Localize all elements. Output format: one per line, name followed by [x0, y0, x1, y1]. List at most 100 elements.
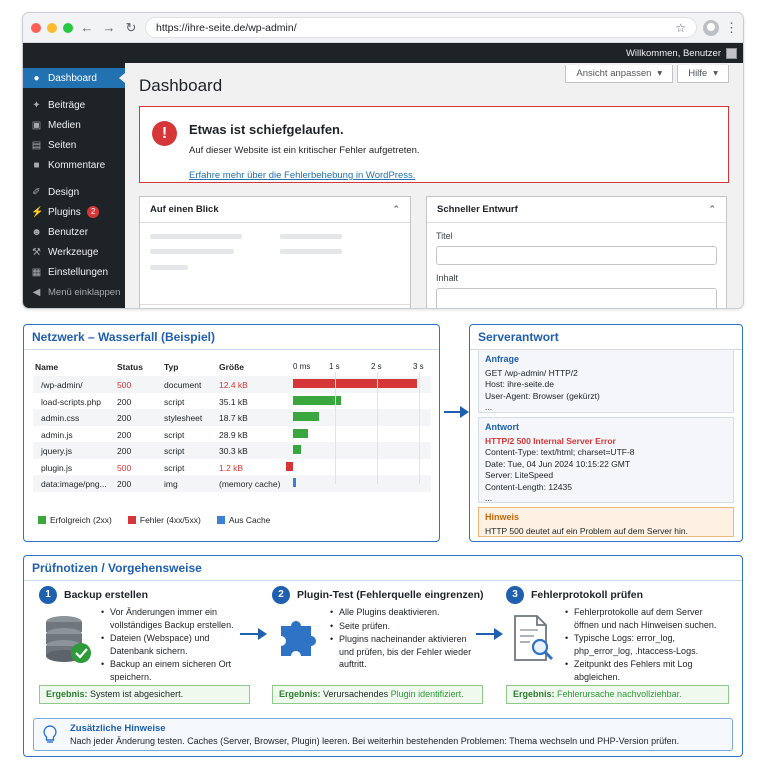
result-text: Verursachendes: [323, 689, 389, 699]
widget-header[interactable]: Schneller Entwurf ⌃: [427, 197, 726, 223]
widget-title: Auf einen Blick: [150, 204, 219, 215]
user-avatar[interactable]: [726, 47, 737, 59]
caret-down-icon: ▾: [657, 68, 663, 79]
brush-icon: ✐: [32, 186, 41, 198]
database-backup-icon: [46, 616, 91, 663]
minimize-window-button[interactable]: [47, 22, 57, 33]
widget-title: Schneller Entwurf: [437, 204, 518, 215]
network-request-row[interactable]: admin.css 200 stylesheet 18.7 kB: [33, 409, 431, 426]
request-line: GET /wp-admin/ HTTP/2: [485, 367, 578, 378]
profile-avatar-icon[interactable]: [703, 19, 719, 36]
log-search-icon: [514, 615, 554, 661]
network-request-row[interactable]: /wp-admin/500 document 12.4 kB: [33, 376, 431, 393]
step-bullet: Seite prüfen.: [330, 620, 480, 633]
response-card: Antwort HTTP/2 500 Internal Server Error…: [478, 417, 734, 503]
server-response-panel: Serverantwort Anfrage GET /wp-admin/ HTT…: [469, 324, 743, 542]
sidebar-item-posts[interactable]: ✦ Beiträge: [23, 95, 125, 115]
sidebar-item-settings[interactable]: ▦ Einstellungen: [23, 262, 125, 282]
close-window-button[interactable]: [31, 22, 41, 33]
request-name: admin.css: [41, 413, 80, 423]
sidebar-item-dashboard[interactable]: ● Dashboard: [23, 68, 125, 88]
network-table-header: Name Status Typ Größe 0 ms 1 s 2 s 3 s: [33, 359, 431, 376]
kebab-menu-icon[interactable]: ⋮: [725, 20, 738, 36]
sidebar-item-pages[interactable]: ▤ Seiten: [23, 135, 125, 155]
help-button[interactable]: Hilfe ▾: [677, 65, 729, 83]
step-bullets: Vor Änderungen immer ein vollständiges B…: [101, 606, 251, 684]
sidebar-item-media[interactable]: ▣ Medien: [23, 115, 125, 135]
admin-bar-greeting[interactable]: Willkommen, Benutzer: [626, 48, 721, 59]
column-header-size: Größe: [219, 362, 245, 372]
request-line: Host: ihre-seite.de: [485, 379, 554, 389]
network-waterfall-panel: Netzwerk – Wasserfall (Beispiel) Name St…: [23, 324, 440, 542]
error-title: Etwas ist schiefgelaufen.: [189, 122, 344, 137]
response-header-line: Content-Length: 12435: [485, 481, 572, 492]
screen-options-button[interactable]: Ansicht anpassen ▾: [565, 65, 674, 83]
waterfall-bar: [293, 478, 296, 487]
comment-icon: ■: [33, 159, 40, 171]
draft-title-label: Titel: [436, 231, 453, 241]
sidebar-item-label: Beiträge: [48, 99, 86, 111]
sidebar-item-tools[interactable]: ⚒ Werkzeuge: [23, 242, 125, 262]
maximize-window-button[interactable]: [63, 22, 73, 33]
collapse-arrow-icon: ◀: [32, 286, 41, 298]
timeline-tick-label: 2 s: [371, 362, 382, 371]
network-request-row[interactable]: jquery.js 200 script 30.3 kB: [33, 442, 431, 459]
request-size: (memory cache): [219, 479, 281, 489]
column-header-name: Name: [35, 362, 59, 372]
legend-label: Fehler (4xx/5xx): [139, 515, 201, 525]
screen-options-label: Ansicht anpassen: [576, 68, 652, 79]
caret-down-icon: ▾: [713, 68, 718, 79]
response-header-line: Content-Type: text/html; charset=UTF-8: [485, 447, 635, 457]
network-request-row[interactable]: admin.js 200 script 28.9 kB: [33, 425, 431, 442]
step-result: Ergebnis: Fehlerursache nachvollziehbar.: [506, 685, 729, 704]
sidebar-item-label: Kommentare: [48, 159, 106, 171]
widget-header[interactable]: Auf einen Blick ⌃: [140, 197, 410, 223]
reload-icon[interactable]: ↻: [123, 20, 139, 36]
timeline-tick-label: 0 ms: [293, 362, 311, 371]
request-status: 200: [117, 413, 132, 423]
puzzle-plugin-icon: [281, 621, 316, 656]
sidebar-item-design[interactable]: ✐ Design: [23, 182, 125, 202]
request-line: User-Agent: Browser (gekürzt): [485, 390, 600, 401]
sidebar-item-users[interactable]: ☻ Benutzer: [23, 222, 125, 242]
request-status: 200: [117, 396, 132, 407]
at-a-glance-widget: Auf einen Blick ⌃: [139, 196, 411, 308]
address-bar[interactable]: https://ihre-seite.de/wp-admin/ ☆: [145, 17, 697, 38]
collapse-menu-button[interactable]: ◀ Menü einklappen: [23, 282, 125, 302]
chevron-up-icon[interactable]: ⌃: [392, 204, 400, 215]
bookmark-star-icon[interactable]: ☆: [675, 21, 686, 35]
draft-content-textarea[interactable]: [436, 288, 717, 308]
waterfall-bar: [293, 412, 320, 421]
network-request-row[interactable]: load-scripts.php 200 script 35.1 kB: [33, 392, 431, 409]
back-arrow-icon[interactable]: ←: [79, 20, 95, 36]
chevron-up-icon[interactable]: ⌃: [708, 204, 716, 215]
step-arrow-icon: [240, 628, 267, 640]
forward-arrow-icon[interactable]: →: [101, 20, 117, 36]
step-arrow-icon: [476, 628, 503, 640]
media-icon: ▣: [31, 119, 42, 131]
step-bullet: Vor Änderungen immer ein vollständiges B…: [101, 606, 251, 631]
request-name: plugin.js: [41, 462, 73, 473]
loading-placeholder: [280, 249, 342, 254]
request-status: 200: [117, 479, 132, 489]
request-size: 28.9 kB: [219, 429, 248, 440]
loading-placeholder: [150, 249, 234, 254]
result-highlight: Plugin identifiziert.: [390, 689, 464, 699]
dashboard-widgets: Auf einen Blick ⌃ Schneller Entwurf ⌃ Ti…: [139, 196, 729, 308]
step-number-badge: 1: [39, 586, 57, 604]
network-request-row[interactable]: data:image/png... 200 img (memory cache): [33, 475, 431, 492]
loading-placeholder: [150, 234, 242, 239]
result-label: Ergebnis:: [279, 689, 321, 699]
server-panel-title: Serverantwort: [470, 325, 742, 350]
network-request-row[interactable]: plugin.js 500 script 1.2 kB: [33, 458, 431, 475]
legend-swatch: [216, 516, 225, 524]
timeline-tick-label: 1 s: [329, 362, 340, 371]
sidebar-item-comments[interactable]: ■ Kommentare: [23, 155, 125, 175]
sidebar-item-label: Einstellungen: [48, 266, 109, 278]
browser-window: ← → ↻ https://ihre-seite.de/wp-admin/ ☆ …: [22, 12, 744, 309]
draft-content-label: Inhalt: [436, 273, 459, 283]
sidebar-item-plugins[interactable]: ⚡ Plugins 2: [23, 202, 125, 222]
column-header-type: Typ: [164, 362, 179, 372]
error-help-link[interactable]: Erfahre mehr über die Fehlerbehebung in …: [189, 170, 420, 181]
draft-title-input[interactable]: [436, 246, 717, 265]
